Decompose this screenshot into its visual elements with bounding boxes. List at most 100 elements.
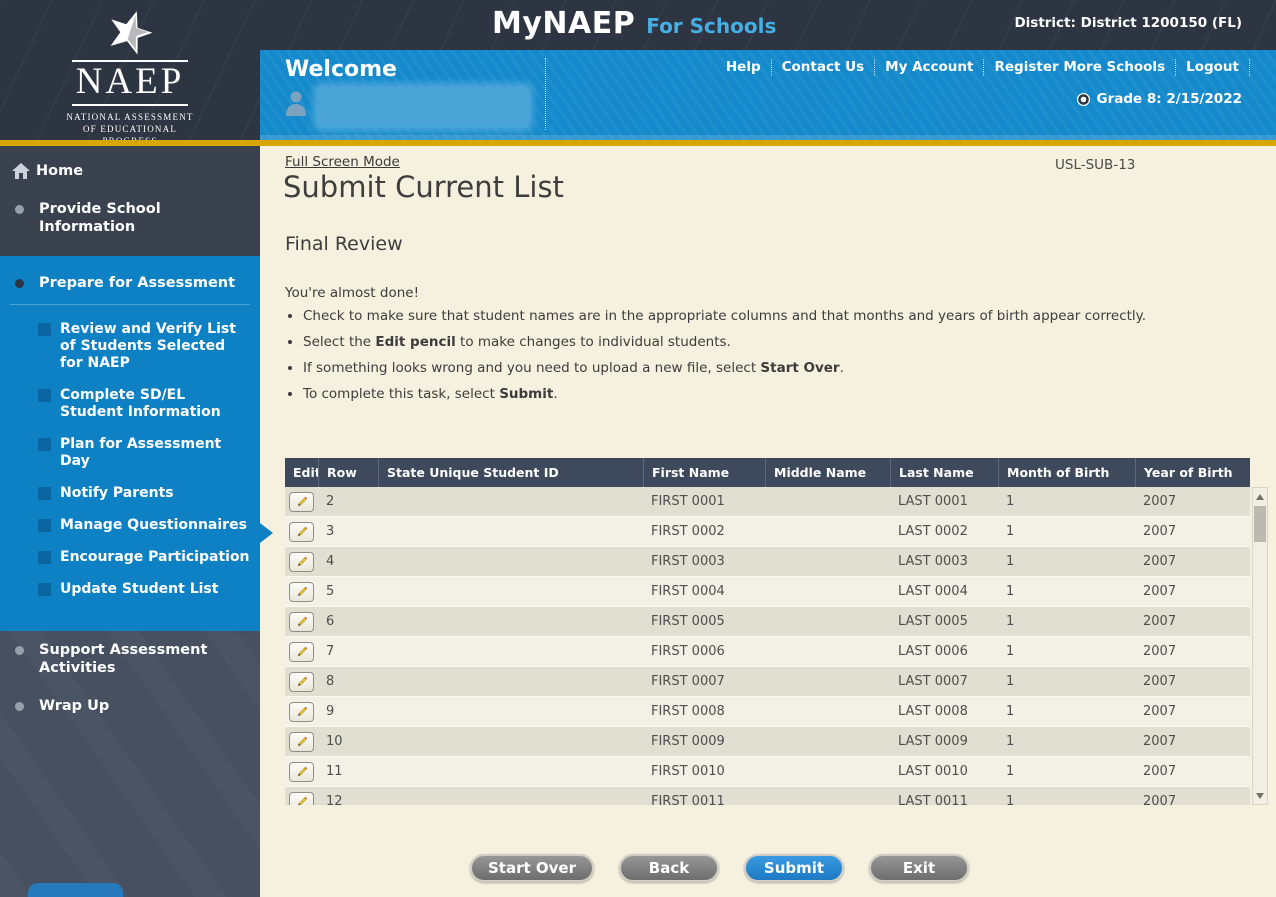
instruction-item: If something looks wrong and you need to… [303,358,1153,378]
cell-first-name: FIRST 0007 [643,674,765,689]
edit-pencil-icon [296,676,308,688]
full-screen-mode-link[interactable]: Full Screen Mode [285,154,400,170]
sidebar-sub-item-encourage-participation[interactable]: Encourage Participation [38,549,252,566]
cell-row-number: 7 [318,644,378,659]
sidebar-item-home[interactable]: Home [0,152,260,190]
gold-rule [0,140,1276,146]
edit-pencil-icon [296,526,308,538]
edit-row-button[interactable] [289,762,314,782]
column-header-last-name: Last Name [890,458,998,487]
instruction-item: Select the Edit pencil to make changes t… [303,332,1153,352]
column-header-middle-name: Middle Name [765,458,890,487]
sidebar-item-support-assessment-activities[interactable]: Support Assessment Activities [0,631,260,687]
cell-row-number: 10 [318,734,378,749]
naep-logo: NAEP NATIONAL ASSESSMENTOF EDUCATIONALPR… [0,6,260,147]
edit-row-button[interactable] [289,732,314,752]
cell-year-of-birth: 2007 [1135,764,1250,779]
edit-pencil-icon [296,616,308,628]
column-header-year-of-birth: Year of Birth [1135,458,1250,487]
scrollbar-thumb[interactable] [1254,506,1266,542]
cell-month-of-birth: 1 [998,584,1135,599]
menu-logout[interactable]: Logout [1176,59,1250,76]
cell-first-name: FIRST 0010 [643,764,765,779]
sidebar-sub-item-review-and-verify-list-of-students-selec[interactable]: Review and Verify List of Students Selec… [38,321,252,372]
cell-row-number: 5 [318,584,378,599]
cell-month-of-birth: 1 [998,644,1135,659]
cell-year-of-birth: 2007 [1135,584,1250,599]
sidebar-sub-item-manage-questionnaires[interactable]: Manage Questionnaires [38,517,252,534]
cell-row-number: 11 [318,764,378,779]
grade-label: Grade 8: 2/15/2022 [1097,91,1242,107]
sidebar-item-wrap-up[interactable]: Wrap Up [0,687,260,725]
edit-pencil-icon [296,496,308,508]
cell-row-number: 3 [318,524,378,539]
menu-contact-us[interactable]: Contact Us [772,59,876,76]
cell-last-name: LAST 0003 [890,554,998,569]
section-subtitle: Final Review [285,233,403,255]
cell-last-name: LAST 0011 [890,794,998,805]
table-header-row: EditRowState Unique Student IDFirst Name… [285,458,1250,487]
sidebar-sub-item-plan-for-assessment-day[interactable]: Plan for Assessment Day [38,436,252,470]
menu-register-more-schools[interactable]: Register More Schools [984,59,1176,76]
edit-pencil-icon [296,736,308,748]
sidebar-nav: Home Provide School Information Prepare … [0,146,260,897]
table-scrollbar[interactable] [1252,487,1268,805]
sidebar-item-provide-school-information[interactable]: Provide School Information [0,190,260,246]
sidebar-item-label: Prepare for Assessment [39,274,235,292]
submit-button[interactable]: Submit [744,854,844,882]
exit-button[interactable]: Exit [869,854,969,882]
edit-row-button[interactable] [289,612,314,632]
column-header-edit: Edit [285,458,318,487]
scroll-down-button[interactable] [1253,788,1267,803]
sidebar-sub-item-complete-sd-el-student-information[interactable]: Complete SD/EL Student Information [38,387,252,421]
sidebar-sub-item-notify-parents[interactable]: Notify Parents [38,485,252,502]
edit-row-button[interactable] [289,582,314,602]
edit-pencil-icon [296,646,308,658]
logo-panel: NAEP NATIONAL ASSESSMENTOF EDUCATIONALPR… [0,0,260,146]
page-code: USL-SUB-13 [1055,157,1135,173]
cell-year-of-birth: 2007 [1135,644,1250,659]
main-content: Full Screen Mode USL-SUB-13 Submit Curre… [260,146,1276,897]
edit-row-button[interactable] [289,642,314,662]
edit-row-button[interactable] [289,672,314,692]
triangle-down-icon [1256,793,1264,799]
sidebar-item-prepare-for-assessment[interactable]: Prepare for Assessment [0,264,260,302]
cell-last-name: LAST 0010 [890,764,998,779]
grade-indicator[interactable]: Grade 8: 2/15/2022 [1077,91,1242,107]
edit-row-button[interactable] [289,522,314,542]
sidebar-item-label: Home [36,162,83,180]
cell-first-name: FIRST 0003 [643,554,765,569]
cell-last-name: LAST 0006 [890,644,998,659]
sidebar-active-section: Prepare for Assessment Review and Verify… [0,256,260,631]
cell-year-of-birth: 2007 [1135,704,1250,719]
cell-first-name: FIRST 0001 [643,494,765,509]
menu-help[interactable]: Help [716,59,772,76]
edit-row-button[interactable] [289,552,314,572]
cell-row-number: 9 [318,704,378,719]
cell-year-of-birth: 2007 [1135,734,1250,749]
cell-first-name: FIRST 0004 [643,584,765,599]
cell-year-of-birth: 2007 [1135,794,1250,805]
bullet-icon [15,702,24,711]
cell-last-name: LAST 0001 [890,494,998,509]
corner-action-button[interactable] [28,883,123,897]
sidebar-sub-item-update-student-list[interactable]: Update Student List [38,581,252,598]
back-button[interactable]: Back [619,854,719,882]
table-row: 9 FIRST 0008 LAST 0008 1 2007 [285,697,1250,727]
edit-row-button[interactable] [289,792,314,806]
welcome-bar: Welcome HelpContact UsMy AccountRegister… [260,50,1276,140]
edit-row-button[interactable] [289,492,314,512]
bullet-icon [15,646,24,655]
table-row: 5 FIRST 0004 LAST 0004 1 2007 [285,577,1250,607]
cell-first-name: FIRST 0008 [643,704,765,719]
scroll-up-button[interactable] [1253,489,1267,504]
edit-pencil-icon [296,586,308,598]
cell-month-of-birth: 1 [998,704,1135,719]
menu-my-account[interactable]: My Account [875,59,984,76]
edit-pencil-icon [296,556,308,568]
table-row: 3 FIRST 0002 LAST 0002 1 2007 [285,517,1250,547]
footer-buttons: Start Over Back Submit Exit [470,854,969,882]
start-over-button[interactable]: Start Over [470,854,594,882]
edit-row-button[interactable] [289,702,314,722]
cell-first-name: FIRST 0006 [643,644,765,659]
